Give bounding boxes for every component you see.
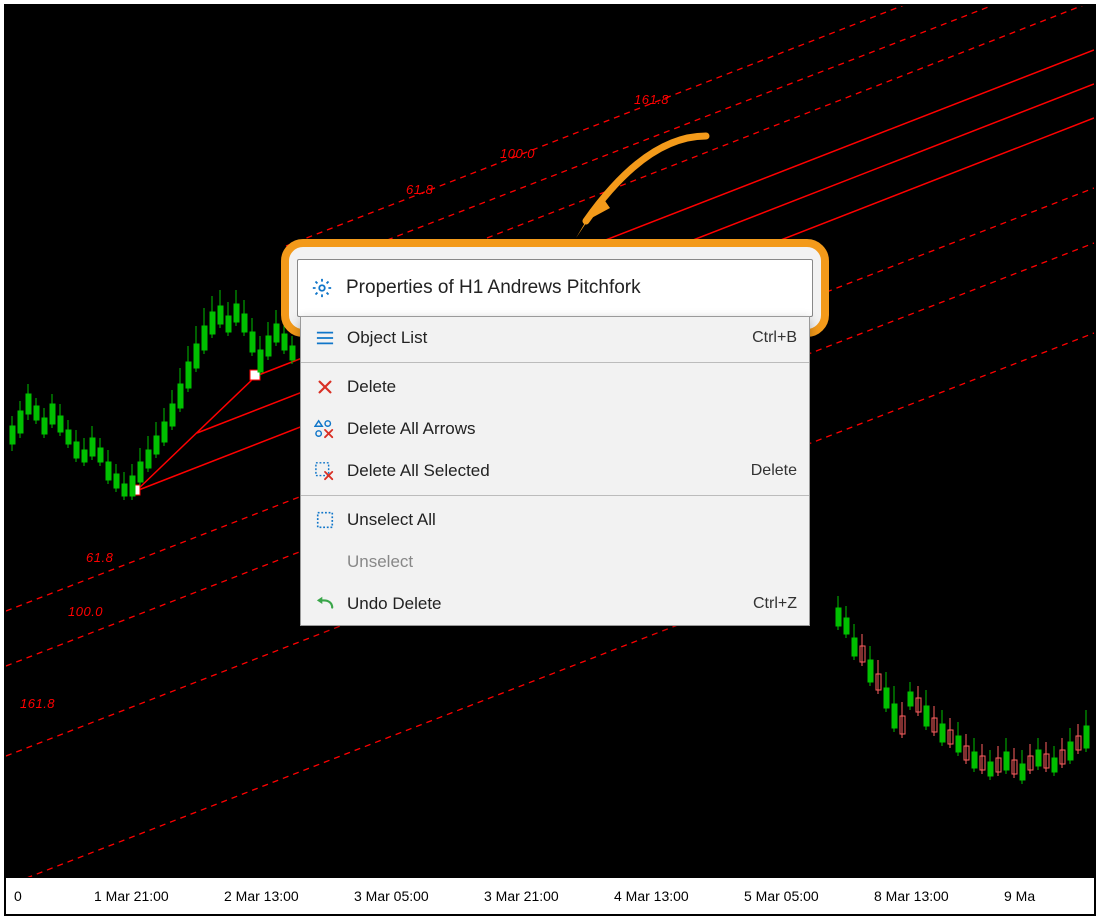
menu-item-delete[interactable]: Delete <box>301 366 809 408</box>
menu-label-delete-selected: Delete All Selected <box>347 461 751 481</box>
menu-label-properties: Properties of H1 Andrews Pitchfork <box>346 277 641 299</box>
menu-label-unselect-all: Unselect All <box>347 510 797 530</box>
dashed-square-icon <box>311 509 339 531</box>
selection-close-icon <box>311 460 339 482</box>
fib-label-lower-1618: 161.8 <box>20 696 55 711</box>
menu-item-object-list[interactable]: Object List Ctrl+B <box>301 317 809 359</box>
menu-label-delete: Delete <box>347 377 797 397</box>
menu-label-objectlist: Object List <box>347 328 752 348</box>
axis-tick-2: 2 Mar 13:00 <box>224 888 299 904</box>
axis-tick-1: 1 Mar 21:00 <box>94 888 169 904</box>
menu-item-delete-all-selected[interactable]: Delete All Selected Delete <box>301 450 809 492</box>
menu-item-unselect[interactable]: Unselect <box>301 541 809 583</box>
fib-label-upper-1000: 100.0 <box>500 146 535 161</box>
menu-item-undo-delete[interactable]: Undo Delete Ctrl+Z <box>301 583 809 625</box>
menu-label-delete-arrows: Delete All Arrows <box>347 419 797 439</box>
gear-icon <box>308 277 336 299</box>
undo-icon <box>311 593 339 615</box>
fib-label-upper-618: 61.8 <box>406 182 433 197</box>
menu-item-properties[interactable]: Properties of H1 Andrews Pitchfork <box>297 259 813 317</box>
chart-window: 161.8 100.0 61.8 61.8 100.0 161.8 Proper… <box>4 4 1096 916</box>
blank-icon <box>311 551 339 573</box>
context-menu: Object List Ctrl+B Delete Delete All Arr… <box>300 316 810 626</box>
fib-label-upper-1618: 161.8 <box>634 92 669 107</box>
close-icon <box>311 376 339 398</box>
list-icon <box>311 327 339 349</box>
axis-tick-0: 0 <box>14 888 22 904</box>
fib-label-lower-618: 61.8 <box>86 550 113 565</box>
axis-tick-5: 4 Mar 13:00 <box>614 888 689 904</box>
menu-shortcut-objectlist: Ctrl+B <box>752 329 797 347</box>
menu-separator <box>301 362 809 363</box>
axis-tick-4: 3 Mar 21:00 <box>484 888 559 904</box>
shapes-close-icon <box>311 418 339 440</box>
time-axis: 0 1 Mar 21:00 2 Mar 13:00 3 Mar 05:00 3 … <box>6 877 1094 914</box>
axis-tick-6: 5 Mar 05:00 <box>744 888 819 904</box>
menu-item-delete-all-arrows[interactable]: Delete All Arrows <box>301 408 809 450</box>
axis-tick-8: 9 Ma <box>1004 888 1035 904</box>
menu-separator-2 <box>301 495 809 496</box>
axis-tick-3: 3 Mar 05:00 <box>354 888 429 904</box>
fib-label-lower-1000: 100.0 <box>68 604 103 619</box>
menu-shortcut-undo-delete: Ctrl+Z <box>753 595 797 613</box>
menu-label-undo-delete: Undo Delete <box>347 594 753 614</box>
menu-label-unselect: Unselect <box>347 552 797 572</box>
axis-tick-7: 8 Mar 13:00 <box>874 888 949 904</box>
menu-item-unselect-all[interactable]: Unselect All <box>301 499 809 541</box>
menu-shortcut-delete-selected: Delete <box>751 462 797 480</box>
